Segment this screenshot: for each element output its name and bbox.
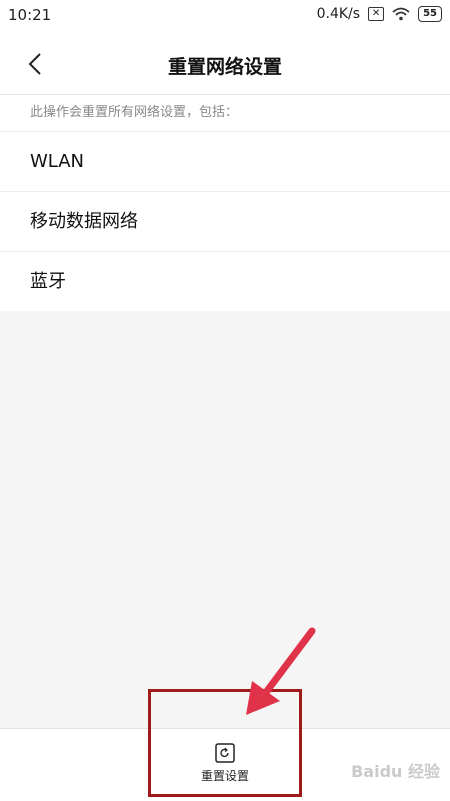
list-item-wlan: WLAN [0, 132, 450, 192]
list-item-mobile-data: 移动数据网络 [0, 192, 450, 252]
page-title: 重置网络设置 [167, 56, 282, 78]
no-sim-icon: ✕ [368, 7, 385, 21]
list-item-bluetooth: 蓝牙 [30, 271, 66, 292]
status-time: 10:21 [8, 6, 52, 24]
watermark: Baidu 经验 [351, 762, 440, 781]
network-speed: 0.4K/s [316, 6, 361, 22]
battery-indicator: 55 [418, 6, 442, 22]
annotation-arrow-icon [246, 627, 316, 715]
status-bar: 10:21 0.4K/s ✕ 55 [0, 0, 450, 32]
wifi-icon [392, 7, 410, 21]
app-header: 重置网络设置 [0, 32, 450, 95]
status-icons: 0.4K/s ✕ 55 [317, 6, 442, 22]
description-text: 此操作会重置所有网络设置，包括： [0, 95, 450, 132]
settings-list: 此操作会重置所有网络设置，包括： WLAN 移动数据网络 蓝牙 [0, 95, 450, 311]
